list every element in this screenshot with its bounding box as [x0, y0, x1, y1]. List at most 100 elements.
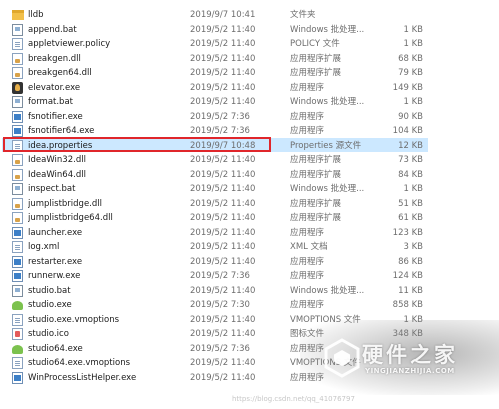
- file-size: 1 KB: [403, 314, 423, 325]
- file-size: 149 KB: [392, 82, 423, 93]
- file-date-modified: 2019/9/7 10:41: [190, 10, 256, 20]
- file-row[interactable]: studio.ico 2019/5/2 11:40 图标文件 348 KB: [2, 326, 428, 340]
- batch-file-icon: [12, 23, 24, 36]
- file-row[interactable]: studio.exe.vmoptions 2019/5/2 11:40 VMOPTI…: [2, 312, 428, 326]
- file-type: Windows 批处理...: [290, 97, 365, 107]
- file-type: 图标文件: [290, 329, 325, 339]
- file-date-modified: 2019/5/2 11:40: [190, 213, 256, 223]
- file-name: IdeaWin32.dll: [28, 155, 86, 165]
- document-icon: [12, 313, 24, 326]
- file-name: studio64.exe: [28, 343, 83, 354]
- android-studio-icon: [12, 343, 24, 355]
- file-row[interactable]: restarter.exe 2019/5/2 11:40 应用程序 86 KB: [2, 254, 428, 268]
- file-date-modified: 2019/5/2 11:40: [190, 242, 256, 252]
- file-size: [373, 356, 423, 370]
- file-name: IdeaWin64.dll: [28, 169, 86, 180]
- exe-icon: [12, 110, 24, 123]
- file-size: 348 KB: [392, 329, 423, 339]
- file-size: 11 KB: [398, 285, 423, 296]
- file-type: 应用程序扩展: [290, 169, 342, 180]
- file-size: 1 KB: [403, 39, 423, 49]
- file-date-modified: 2019/5/2 11:40: [190, 285, 256, 296]
- file-row[interactable]: elevator.exe 2019/5/2 11:40 应用程序 149 KB: [2, 80, 428, 94]
- file-type: 应用程序扩展: [290, 68, 342, 78]
- file-size: 51 KB: [398, 198, 423, 209]
- file-row[interactable]: fsnotifier.exe 2019/5/2 7:36 应用程序 90 KB: [2, 109, 428, 123]
- batch-file-icon: [12, 183, 24, 195]
- file-row[interactable]: appletviewer.policy 2019/5/2 11:40 POLICY …: [2, 36, 428, 50]
- file-size: [373, 342, 423, 356]
- file-size: [373, 371, 423, 385]
- file-row[interactable]: IdeaWin32.dll 2019/5/2 11:40 应用程序扩展 73 KB: [2, 152, 428, 166]
- file-date-modified: 2019/5/2 11:40: [190, 227, 256, 238]
- file-row[interactable]: jumplistbridge.dll 2019/5/2 11:40 应用程序扩展 51…: [2, 196, 428, 210]
- file-date-modified: 2019/5/2 7:30: [190, 300, 250, 310]
- exe-icon: [12, 371, 24, 384]
- file-row[interactable]: lldb 2019/9/7 10:41 文件夹: [2, 7, 428, 21]
- file-row[interactable]: jumplistbridge64.dll 2019/5/2 11:40 应用程序扩展…: [2, 210, 428, 224]
- file-type: 应用程序: [290, 126, 325, 136]
- file-size: 90 KB: [398, 111, 423, 122]
- file-row[interactable]: runnerw.exe 2019/5/2 7:36 应用程序 124 KB: [2, 268, 428, 282]
- file-type: 应用程序扩展: [290, 213, 342, 223]
- file-row[interactable]: studio64.exe 2019/5/2 7:36 应用程序: [2, 341, 428, 355]
- dll-icon: [12, 154, 24, 166]
- highlight-outline: [3, 136, 271, 152]
- file-name: breakgen64.dll: [28, 68, 92, 78]
- file-type: 应用程序: [290, 227, 325, 238]
- file-row[interactable]: fsnotifier64.exe 2019/5/2 7:36 应用程序 104 KB: [2, 123, 428, 137]
- file-row[interactable]: format.bat 2019/5/2 11:40 Windows 批处理... 1 …: [2, 94, 428, 108]
- exe-icon: [12, 226, 24, 239]
- document-icon: [12, 38, 24, 50]
- file-type: VMOPTIONS 文件: [290, 358, 361, 368]
- file-name: appletviewer.policy: [28, 39, 111, 49]
- file-size: 73 KB: [398, 155, 423, 165]
- file-row[interactable]: studio64.exe.vmoptions 2019/5/2 11:40 VMOP…: [2, 355, 428, 369]
- file-row[interactable]: studio.bat 2019/5/2 11:40 Windows 批处理... 11…: [2, 283, 428, 297]
- file-type: 应用程序: [290, 82, 325, 93]
- batch-file-icon: [12, 284, 24, 297]
- file-row[interactable]: IdeaWin64.dll 2019/5/2 11:40 应用程序扩展 84 KB: [2, 167, 428, 181]
- file-name: runnerw.exe: [28, 271, 81, 281]
- file-date-modified: 2019/5/2 11:40: [190, 358, 256, 368]
- file-date-modified: 2019/5/2 11:40: [190, 68, 256, 78]
- file-row[interactable]: breakgen.dll 2019/5/2 11:40 应用程序扩展 68 KB: [2, 51, 428, 65]
- file-name: jumplistbridge64.dll: [28, 213, 113, 223]
- file-name: lldb: [28, 10, 44, 20]
- dll-icon: [12, 197, 24, 210]
- exe-icon: [12, 125, 24, 137]
- file-name: WinProcessListHelper.exe: [28, 372, 137, 383]
- file-row[interactable]: studio.exe 2019/5/2 7:30 应用程序 858 KB: [2, 297, 428, 311]
- file-date-modified: 2019/5/2 11:40: [190, 329, 256, 339]
- file-row[interactable]: breakgen64.dll 2019/5/2 11:40 应用程序扩展 79 KB: [2, 65, 428, 79]
- file-name: restarter.exe: [28, 256, 83, 267]
- file-size: 1 KB: [403, 184, 423, 194]
- file-name: append.bat: [28, 24, 77, 35]
- file-name: launcher.exe: [28, 227, 83, 238]
- document-icon: [12, 357, 24, 369]
- file-row[interactable]: WinProcessListHelper.exe 2019/5/2 11:40 应用…: [2, 370, 428, 384]
- file-size: [373, 8, 423, 22]
- file-row[interactable]: launcher.exe 2019/5/2 11:40 应用程序 123 KB: [2, 225, 428, 239]
- dll-icon: [12, 212, 24, 224]
- file-size: 12 KB: [398, 140, 423, 151]
- file-size: 3 KB: [403, 242, 423, 252]
- file-name: studio64.exe.vmoptions: [28, 358, 131, 368]
- file-row[interactable]: append.bat 2019/5/2 11:40 Windows 批处理... 1 …: [2, 22, 428, 36]
- file-size: 1 KB: [403, 24, 423, 35]
- file-size: 124 KB: [392, 271, 423, 281]
- file-row[interactable]: log.xml 2019/5/2 11:40 XML 文档 3 KB: [2, 239, 428, 253]
- file-name: fsnotifier.exe: [28, 111, 83, 122]
- file-date-modified: 2019/5/2 11:40: [190, 169, 256, 180]
- file-date-modified: 2019/5/2 7:36: [190, 111, 250, 122]
- file-name: inspect.bat: [28, 184, 76, 194]
- batch-file-icon: [12, 96, 24, 108]
- file-name: studio.bat: [28, 285, 71, 296]
- file-type: XML 文档: [290, 242, 328, 252]
- file-name: breakgen.dll: [28, 53, 81, 64]
- file-name: studio.exe.vmoptions: [28, 314, 120, 325]
- file-date-modified: 2019/5/2 11:40: [190, 97, 256, 107]
- file-date-modified: 2019/5/2 11:40: [190, 372, 256, 383]
- file-type: POLICY 文件: [290, 39, 340, 49]
- file-row[interactable]: inspect.bat 2019/5/2 11:40 Windows 批处理... 1…: [2, 181, 428, 195]
